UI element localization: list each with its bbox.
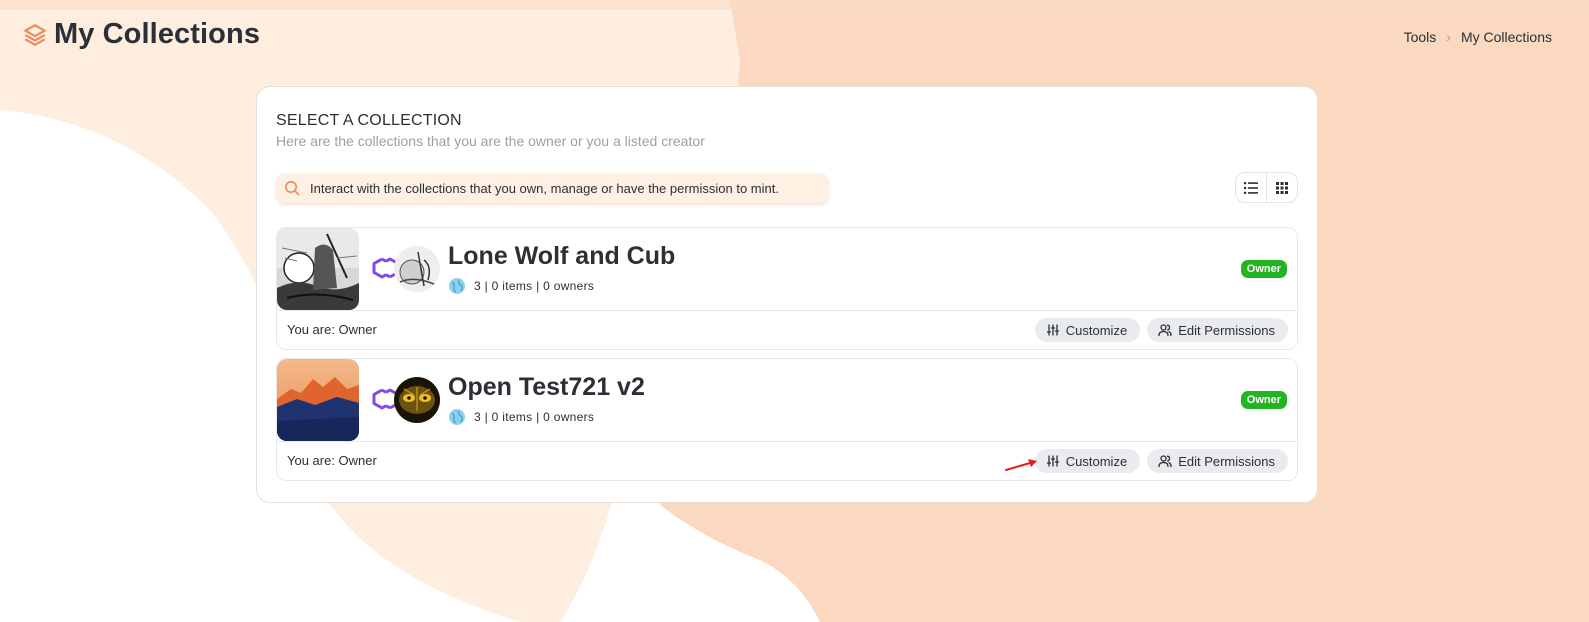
globe-icon — [448, 277, 466, 295]
edit-permissions-button[interactable]: Edit Permissions — [1147, 318, 1288, 342]
owner-badge: Owner — [1240, 391, 1287, 409]
search-icon — [284, 180, 300, 196]
collection-name: Open Test721 v2 — [448, 373, 645, 401]
page-title: My Collections — [54, 18, 261, 50]
annotation-arrow-icon — [1005, 459, 1037, 471]
collection-panel: SELECT A COLLECTION Here are the collect… — [256, 86, 1318, 503]
collection-card-header: Open Test721 v2 3 | 0 items | 0 owners O… — [277, 359, 1297, 442]
edit-permissions-label: Edit Permissions — [1178, 322, 1275, 338]
list-view-icon[interactable] — [1236, 173, 1266, 202]
search-input-text: Interact with the collections that you o… — [310, 180, 779, 196]
collection-card[interactable]: Lone Wolf and Cub 3 | 0 items | 0 owners… — [276, 227, 1298, 350]
card-actions: Customize Edit Permissions — [1034, 449, 1288, 473]
users-icon — [1158, 323, 1172, 337]
edit-permissions-label: Edit Permissions — [1178, 453, 1275, 469]
collection-name: Lone Wolf and Cub — [448, 242, 676, 270]
breadcrumb-item-current: My Collections — [1460, 29, 1552, 45]
collection-thumbnail — [277, 359, 359, 441]
panel-subtitle: Here are the collections that you are th… — [276, 133, 705, 149]
collection-meta-text: 3 | 0 items | 0 owners — [474, 279, 595, 293]
users-icon — [1158, 454, 1172, 468]
collection-meta: 3 | 0 items | 0 owners — [448, 408, 594, 426]
customize-label: Customize — [1065, 322, 1128, 338]
view-toggle — [1235, 172, 1298, 203]
card-actions: Customize Edit Permissions — [1034, 318, 1288, 342]
panel-title: SELECT A COLLECTION — [276, 112, 462, 129]
collection-card-footer: You are: Owner Customize Edit Permission… — [277, 310, 1297, 350]
customize-button[interactable]: Customize — [1034, 449, 1141, 473]
collection-card-footer: You are: Owner Customize Edit Permission… — [277, 441, 1297, 481]
role-text: You are: Owner — [287, 322, 377, 337]
page-header: My Collections — [22, 18, 260, 51]
search-input[interactable]: Interact with the collections that you o… — [276, 173, 829, 203]
customize-label: Customize — [1065, 453, 1128, 469]
customize-button[interactable]: Customize — [1034, 318, 1141, 342]
sliders-icon — [1046, 323, 1060, 337]
collection-meta-text: 3 | 0 items | 0 owners — [474, 410, 595, 424]
collection-avatar — [394, 377, 440, 423]
sliders-icon — [1046, 454, 1060, 468]
globe-icon — [448, 408, 466, 426]
grid-view-icon[interactable] — [1266, 173, 1297, 202]
collection-avatar — [394, 246, 440, 292]
collection-thumbnail — [277, 228, 359, 310]
collection-meta: 3 | 0 items | 0 owners — [448, 277, 594, 295]
role-text: You are: Owner — [287, 453, 377, 468]
breadcrumb-separator: › — [1446, 29, 1451, 45]
layers-icon — [22, 22, 48, 48]
breadcrumb: Tools › My Collections — [1404, 29, 1552, 45]
edit-permissions-button[interactable]: Edit Permissions — [1147, 449, 1288, 473]
collection-card[interactable]: Open Test721 v2 3 | 0 items | 0 owners O… — [276, 358, 1298, 481]
collection-card-header: Lone Wolf and Cub 3 | 0 items | 0 owners… — [277, 228, 1297, 311]
owner-badge: Owner — [1240, 260, 1287, 278]
breadcrumb-item-tools[interactable]: Tools — [1404, 29, 1437, 45]
